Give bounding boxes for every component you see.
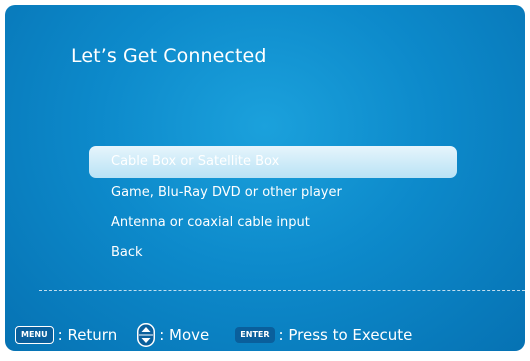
enter-action-label: : Press to Execute: [278, 326, 413, 344]
move-action-label: : Move: [159, 326, 210, 344]
menu-item-cable-satellite[interactable]: Cable Box or Satellite Box: [89, 146, 457, 178]
menu-action-label: : Return: [57, 326, 118, 344]
menu-item-back[interactable]: Back: [89, 238, 457, 268]
up-down-arrows-icon: [137, 323, 156, 347]
menu-item-label: Cable Box or Satellite Box: [111, 154, 280, 169]
remote-hints-bar: MENU : Return : Move ENTER : Press to Ex…: [15, 323, 412, 347]
menu-item-label: Antenna or coaxial cable input: [111, 215, 310, 230]
enter-key-icon: ENTER: [235, 327, 275, 343]
menu-item-label: Back: [111, 245, 143, 260]
footer-divider: [39, 290, 525, 291]
tv-setup-screen: Let’s Get Connected Cable Box or Satelli…: [5, 5, 525, 351]
menu-item-game-bluray[interactable]: Game, Blu-Ray DVD or other player: [89, 178, 457, 208]
menu-key-icon: MENU: [15, 326, 54, 344]
menu-item-antenna[interactable]: Antenna or coaxial cable input: [89, 208, 457, 238]
menu-item-label: Game, Blu-Ray DVD or other player: [111, 185, 342, 200]
connection-menu: Cable Box or Satellite Box Game, Blu-Ray…: [89, 146, 457, 268]
page-title: Let’s Get Connected: [71, 45, 267, 67]
